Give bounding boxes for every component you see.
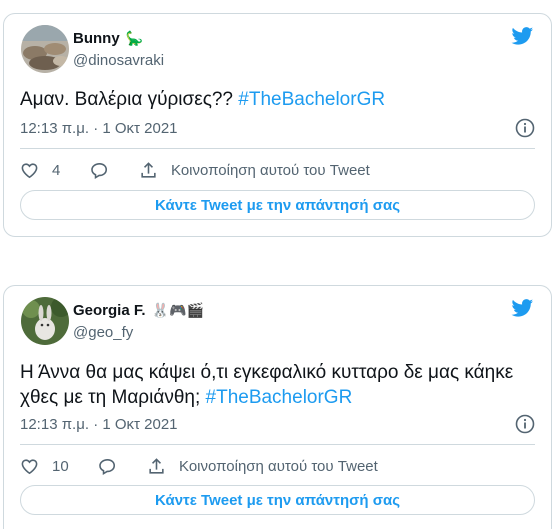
- user-handle[interactable]: @geo_fy: [73, 324, 133, 341]
- reply-bubble-icon: [91, 162, 108, 179]
- info-icon[interactable]: [515, 118, 535, 138]
- reply-bubble-icon: [99, 458, 116, 475]
- name-emoji: 🦕: [125, 30, 144, 46]
- divider: [20, 148, 535, 149]
- share-label: Κοινοποίηση αυτού του Tweet: [179, 457, 378, 475]
- avatar[interactable]: [21, 25, 69, 73]
- share-button[interactable]: Κοινοποίηση αυτού του Tweet: [139, 159, 370, 181]
- twitter-bird-icon[interactable]: [510, 297, 535, 319]
- tweet-your-reply-button[interactable]: Κάντε Tweet με την απάντησή σας: [20, 190, 535, 220]
- avatar[interactable]: [21, 297, 69, 345]
- name-emoji: 🐰🎮🎬: [151, 302, 204, 318]
- reply-button[interactable]: [98, 455, 117, 477]
- like-button[interactable]: 4: [20, 159, 60, 181]
- display-name[interactable]: Georgia F. 🐰🎮🎬: [73, 302, 204, 319]
- action-bar: 4 Κοινοποίηση αυτού του Tweet: [20, 159, 535, 181]
- tweet-text: Αμαν. Βαλέρια γύρισες?? #TheBachelorGR: [20, 89, 386, 110]
- tweet-your-reply-button[interactable]: Κάντε Tweet με την απάντησή σας: [20, 485, 535, 515]
- tweet-card: Bunny 🦕 @dinosavraki Αμαν. Βαλέρια γύρισ…: [3, 13, 552, 237]
- timestamp[interactable]: 12:13 π.μ. · 1 Οκτ 2021: [20, 416, 178, 433]
- tweet-text: Η Άννα θα μας κάψει ό,τι εγκεφαλικό κυττ…: [20, 362, 514, 408]
- tweet-card: Georgia F. 🐰🎮🎬 @geo_fy Η Άννα θα μας κάψ…: [3, 285, 552, 529]
- divider: [20, 444, 535, 445]
- share-icon: [149, 457, 164, 474]
- heart-icon: [21, 458, 38, 474]
- hashtag-link[interactable]: #TheBachelorGR: [206, 387, 353, 408]
- like-count: 10: [52, 457, 69, 475]
- heart-icon: [21, 162, 38, 178]
- twitter-bird-icon[interactable]: [510, 25, 535, 47]
- reply-button[interactable]: [90, 159, 109, 181]
- display-name[interactable]: Bunny 🦕: [73, 30, 143, 47]
- share-icon: [141, 161, 156, 178]
- hashtag-link[interactable]: #TheBachelorGR: [238, 89, 385, 110]
- share-button[interactable]: Κοινοποίηση αυτού του Tweet: [147, 455, 378, 477]
- user-handle[interactable]: @dinosavraki: [73, 52, 164, 69]
- share-label: Κοινοποίηση αυτού του Tweet: [171, 161, 370, 179]
- info-icon[interactable]: [515, 414, 535, 434]
- action-bar: 10 Κοινοποίηση αυτού του Tweet: [20, 455, 535, 477]
- timestamp[interactable]: 12:13 π.μ. · 1 Οκτ 2021: [20, 120, 178, 137]
- like-button[interactable]: 10: [20, 455, 69, 477]
- like-count: 4: [52, 161, 61, 179]
